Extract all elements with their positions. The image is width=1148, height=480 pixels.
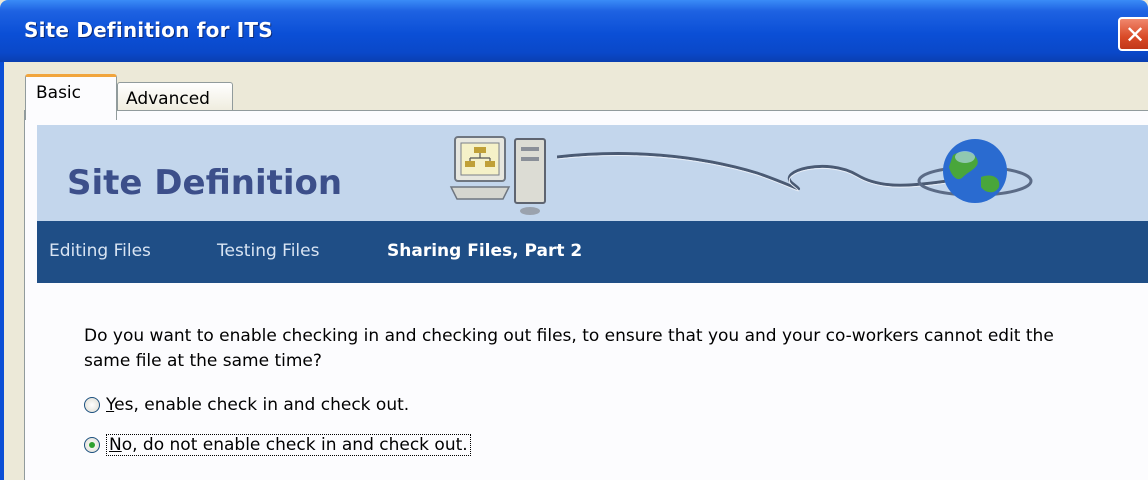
radio-selected-dot [89, 442, 95, 448]
tab-basic[interactable]: Basic [25, 74, 117, 120]
window-title: Site Definition for ITS [24, 18, 273, 42]
step-sharing-files-part-2: Sharing Files, Part 2 [387, 241, 583, 261]
radio-no[interactable] [84, 437, 100, 453]
option-yes-label: Yes, enable check in and check out. [106, 395, 410, 415]
cable-decoration [557, 152, 977, 192]
banner: Site Definition [37, 125, 1148, 221]
tab-advanced-label: Advanced [126, 89, 210, 109]
step-editing-files: Editing Files [49, 241, 151, 261]
option-no-label: No, do not enable check in and check out… [106, 434, 471, 456]
site-definition-dialog: Site Definition for ITS ✕ Basic Advanced… [0, 0, 1148, 480]
close-icon: ✕ [1124, 21, 1146, 49]
window-frame-left [0, 62, 4, 480]
wizard-steps-bar: Editing Files Testing Files Sharing File… [37, 221, 1148, 283]
checkout-question: Do you want to enable checking in and ch… [84, 326, 1054, 371]
globe-icon [917, 139, 1033, 203]
tab-basic-label: Basic [36, 83, 82, 103]
option-yes[interactable]: Yes, enable check in and check out. [84, 395, 409, 415]
tab-panel-basic: Site Definition Editing Files Testing Fi… [24, 110, 1148, 480]
close-button[interactable]: ✕ [1118, 17, 1148, 51]
banner-title: Site Definition [67, 163, 343, 203]
title-bar[interactable]: Site Definition for ITS ✕ [0, 0, 1148, 62]
radio-yes[interactable] [84, 397, 100, 413]
option-no[interactable]: No, do not enable check in and check out… [84, 434, 471, 456]
step-testing-files: Testing Files [217, 241, 320, 261]
